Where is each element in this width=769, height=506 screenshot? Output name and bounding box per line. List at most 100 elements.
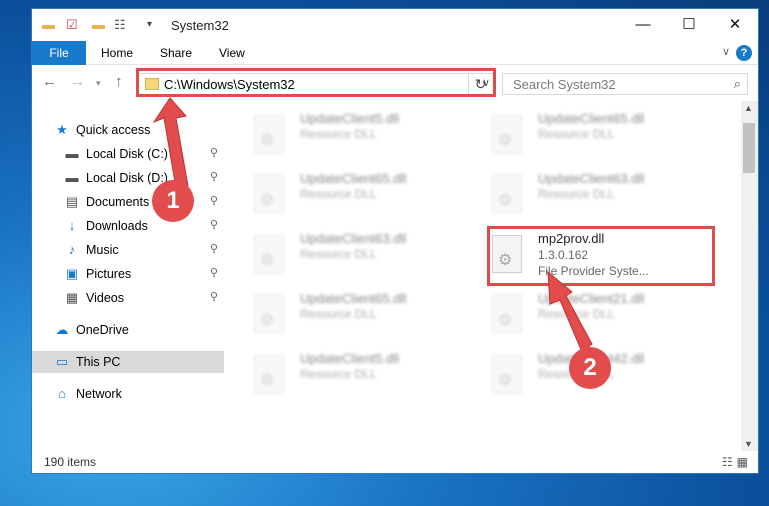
drive-icon: ▬ [65,146,79,161]
file-name: UpdateClient65.dll [300,291,407,306]
gear-icon: ⚙ [260,132,275,149]
drive-icon: ▬ [65,170,79,185]
tab-share[interactable]: Share [160,41,192,65]
sidebar-item-label: Documents [86,195,150,209]
pin-icon: ⚲ [210,147,219,159]
file-description: File Provider Syste... [538,264,649,278]
view-toggle-icons[interactable]: ☷▦ [722,455,752,469]
pin-icon: ⚲ [210,171,219,183]
file-item[interactable]: ⚙ UpdateClient63.dll Resource DLL [228,229,448,281]
navigation-pane: ★ Quick access ▬ Local Disk (C:) ⚲ ▬ Local Dis… [32,101,227,451]
file-version: 1.3.0.162 [538,248,589,262]
scroll-thumb[interactable] [743,123,755,173]
sidebar-item-this-pc[interactable]: ▭ This PC [32,351,224,373]
file-type: Resource DLL [300,307,377,321]
expand-ribbon-icon[interactable]: ∨ [722,45,730,58]
gear-icon: ⚙ [260,192,275,209]
sidebar-item-quick-access[interactable]: ★ Quick access [32,119,224,141]
tab-home[interactable]: Home [101,41,133,65]
file-name: UpdateClient21.dll [538,291,645,306]
search-input[interactable]: Search System32 ⌕ [502,73,748,95]
file-name: mp2prov.dll [538,231,605,246]
dll-file-icon: ⚙ [492,355,522,393]
customize-toolbar-icon[interactable]: ▾ [147,19,152,30]
dll-file-icon: ⚙ [492,175,522,213]
item-count: 190 items [44,455,97,469]
close-button[interactable]: ✕ [712,9,758,41]
dll-file-icon: ⚙ [492,235,522,273]
new-folder-icon[interactable]: ▬ [92,17,105,32]
dll-file-icon: ⚙ [492,115,522,153]
callout-1-badge: 1 [152,180,194,222]
pin-icon: ⚲ [210,195,219,207]
music-icon: ♪ [68,242,76,257]
refresh-button[interactable]: ↻ [468,73,492,95]
file-name: UpdateClient5.dll [300,111,400,126]
file-item[interactable]: ⚙ mp2prov.dll 1.3.0.162 File Provider Syste… [466,229,686,281]
dll-file-icon: ⚙ [254,235,284,273]
file-item[interactable]: ⚙ UpdateClient65.dll Resource DLL [228,169,448,221]
recent-locations-icon[interactable]: ▾ [96,78,101,89]
computer-icon: ▭ [55,354,69,369]
folder-icon [145,78,159,90]
sidebar-item-local-disk-d[interactable]: ▬ Local Disk (D:) ⚲ [32,167,224,189]
file-item[interactable]: ⚙ UpdateClient63.dll Resource DLL [466,169,686,221]
sidebar-item-downloads[interactable]: ↓ Downloads ⚲ [32,215,224,237]
title-bar: ▬ ☑ ▬ ☷ ▾ System32 — ☐ ✕ [32,9,758,41]
minimize-button[interactable]: — [620,9,666,41]
forward-arrow-icon[interactable]: → [70,73,85,90]
dll-file-icon: ⚙ [254,355,284,393]
cloud-icon: ☁ [55,322,69,337]
sidebar-item-pictures[interactable]: ▣ Pictures ⚲ [32,263,224,285]
window-title: System32 [171,18,229,33]
sidebar-item-documents[interactable]: ▤ Documents ⚲ [32,191,224,213]
file-name: UpdateClient65.dll [538,111,645,126]
documents-icon: ▤ [65,194,79,209]
view-options-icon[interactable]: ☷ [114,17,126,33]
sidebar-item-local-disk-c[interactable]: ▬ Local Disk (C:) ⚲ [32,143,224,165]
up-arrow-icon[interactable]: ↑ [115,73,123,90]
file-item[interactable]: ⚙ UpdateClient65.dll Resource DLL [466,109,686,161]
sidebar-item-label: Downloads [86,219,148,233]
gear-icon: ⚙ [498,132,513,149]
videos-icon: ▦ [65,290,79,305]
sidebar-item-label: Music [86,243,119,257]
pin-icon: ⚲ [210,219,219,231]
address-bar[interactable]: C:\Windows\System32 ∨ [137,73,495,95]
folder-icon: ▬ [42,17,55,32]
dll-file-icon: ⚙ [254,115,284,153]
sidebar-item-label: Videos [86,291,124,305]
help-button[interactable]: ? [736,45,752,61]
pin-icon: ⚲ [210,243,219,255]
dll-file-icon: ⚙ [254,295,284,333]
tab-view[interactable]: View [219,41,245,65]
vertical-scrollbar[interactable]: ▲ ▼ [741,101,758,451]
gear-icon: ⚙ [260,312,275,329]
explorer-window: ▬ ☑ ▬ ☷ ▾ System32 — ☐ ✕ File Home Share… [31,8,759,474]
sidebar-item-onedrive[interactable]: ☁ OneDrive [32,319,224,341]
maximize-button[interactable]: ☐ [666,9,712,41]
file-item[interactable]: ⚙ UpdateClient65.dll Resource DLL [228,289,448,341]
file-type: Resource DLL [300,187,377,201]
file-type: Resource DLL [300,127,377,141]
sidebar-item-music[interactable]: ♪ Music ⚲ [32,239,224,261]
sidebar-item-label: This PC [76,355,121,369]
scroll-up-icon[interactable]: ▲ [744,103,753,113]
file-item[interactable]: ⚙ UpdateClient5.dll Resource DLL [228,109,448,161]
sidebar-item-videos[interactable]: ▦ Videos ⚲ [32,287,224,309]
scroll-down-icon[interactable]: ▼ [744,439,753,449]
properties-icon[interactable]: ☑ [66,17,78,33]
file-item[interactable]: ⚙ UpdateClient21.dll Resource DLL [466,289,686,341]
search-placeholder: Search System32 [513,77,616,92]
tab-file[interactable]: File [32,41,86,65]
search-icon: ⌕ [733,76,741,91]
file-item[interactable]: ⚙ UpdateClient5.dll Resource DLL [228,349,448,401]
callout-2-badge: 2 [569,347,611,389]
status-bar: 190 items ☷▦ [32,451,758,473]
gear-icon: ⚙ [498,192,513,209]
sidebar-item-label: Quick access [76,123,151,137]
star-icon: ★ [56,122,68,137]
sidebar-item-network[interactable]: ⌂ Network [32,383,224,405]
back-arrow-icon[interactable]: ← [42,73,57,90]
file-type: Resource DLL [300,367,377,381]
